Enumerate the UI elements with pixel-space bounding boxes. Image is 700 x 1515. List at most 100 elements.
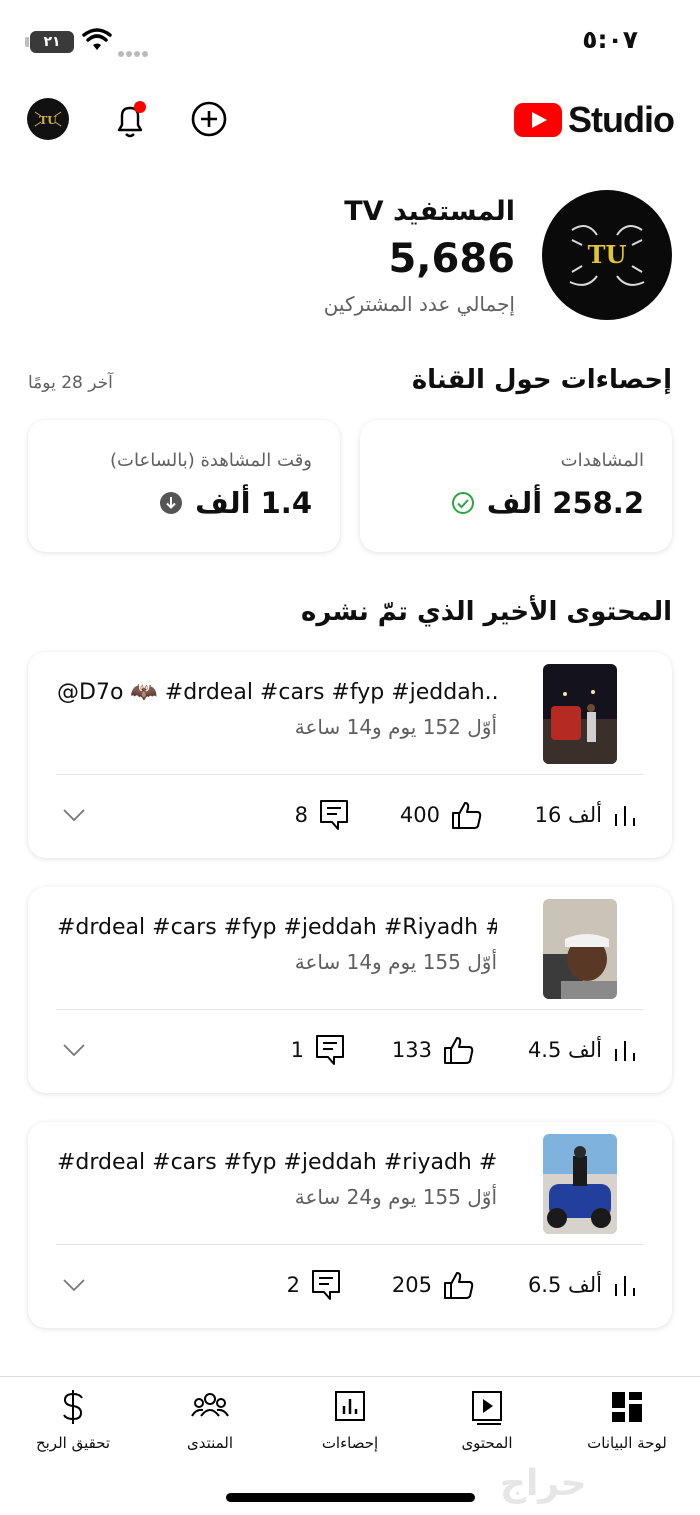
watermark: حراج	[500, 1463, 587, 1504]
comments-count: 1	[290, 1038, 304, 1062]
subscriber-count: 5,686	[388, 236, 515, 282]
bottom-nav-divider	[0, 1376, 700, 1377]
signal-icon	[118, 42, 150, 61]
likes-count: 133	[391, 1038, 432, 1062]
youtube-studio-logo: Studio	[514, 99, 675, 140]
comment-icon	[320, 800, 348, 830]
subscriber-label: إجمالي عدد المشتركين	[323, 292, 515, 316]
views-bars-icon	[615, 1276, 635, 1296]
comments-count: 8	[294, 803, 308, 827]
check-circle-icon	[451, 492, 474, 514]
divider	[56, 774, 644, 775]
views-card[interactable]: المشاهدات 258.2 ألف	[360, 420, 672, 552]
nav-label: المنتدى	[186, 1434, 234, 1452]
youtube-play-icon	[514, 103, 563, 137]
video-likes: 205	[392, 1267, 476, 1303]
video-comments: 1	[291, 1032, 346, 1068]
nav-content[interactable]: المحتوى	[422, 1388, 552, 1452]
video-card[interactable]: #drdeal #cars #fyp #jeddah #riyadh #... …	[28, 1122, 672, 1328]
chevron-down-icon[interactable]	[62, 1042, 86, 1058]
content-icon	[472, 1391, 502, 1425]
status-bar: ٢١ ٥:٠٧	[0, 0, 700, 80]
video-thumbnail[interactable]	[543, 1134, 617, 1234]
svg-text:TU: TU	[39, 114, 57, 127]
account-avatar[interactable]: TU	[27, 98, 69, 140]
video-age: أوّل 155 يوم و14 ساعة	[294, 950, 497, 974]
likes-count: 400	[399, 803, 440, 827]
recent-content-title: المحتوى الأخير الذي تمّ نشره	[300, 597, 672, 627]
video-title[interactable]: @D7o 🦇 #drdeal #cars #fyp #jeddah...	[57, 680, 497, 705]
video-likes: 400	[400, 797, 484, 833]
views-bars-icon	[615, 1041, 635, 1061]
divider	[56, 1244, 644, 1245]
nav-label: لوحة البيانات	[587, 1434, 667, 1452]
nav-label: المحتوى	[461, 1434, 513, 1452]
video-comments: 8	[295, 797, 350, 833]
arrow-down-circle-icon	[160, 492, 183, 514]
nav-analytics[interactable]: إحصاءات	[285, 1388, 415, 1452]
channel-summary: TU المستفيد TV 5,686 إجمالي عدد المشتركي…	[0, 188, 700, 328]
views-label: المشاهدات	[560, 450, 644, 471]
watch-time-label: وقت المشاهدة (بالساعات)	[110, 450, 312, 471]
views-value: 258.2 ألف	[451, 486, 644, 520]
chevron-down-icon[interactable]	[62, 807, 86, 823]
logo-text: Studio	[568, 99, 675, 140]
views-bars-icon	[615, 806, 635, 826]
like-thumb-icon	[452, 802, 482, 829]
channel-logo-icon: TU	[569, 225, 645, 286]
watch-time-card[interactable]: وقت المشاهدة (بالساعات) 1.4 ألف	[28, 420, 340, 552]
notification-badge	[134, 101, 146, 113]
wifi-icon	[82, 28, 112, 50]
nav-dashboard[interactable]: لوحة البيانات	[562, 1388, 692, 1452]
channel-name: المستفيد TV	[344, 196, 515, 227]
like-thumb-icon	[444, 1037, 474, 1064]
analytics-title: إحصاءات حول القناة	[411, 365, 672, 395]
views-count: 6.5 ألف	[527, 1273, 602, 1297]
video-age: أوّل 152 يوم و14 ساعة	[294, 715, 497, 739]
video-title[interactable]: #drdeal #cars #fyp #jeddah #Riyadh #...	[57, 915, 497, 940]
views-number: 258.2 ألف	[486, 486, 644, 520]
dollar-icon	[63, 1390, 83, 1424]
divider	[56, 1009, 644, 1010]
channel-avatar[interactable]: TU	[542, 190, 672, 320]
views-count: 4.5 ألف	[527, 1038, 602, 1062]
status-time: ٥:٠٧	[582, 25, 638, 54]
nav-monetization[interactable]: تحقيق الربح	[8, 1388, 138, 1452]
nav-label: إحصاءات	[321, 1434, 379, 1452]
video-thumbnail-image	[543, 899, 617, 999]
video-comments: 2	[287, 1267, 342, 1303]
create-plus-icon[interactable]	[190, 100, 228, 138]
analytics-icon	[335, 1391, 365, 1421]
home-indicator[interactable]	[226, 1493, 475, 1502]
battery-icon: ٢١	[30, 31, 74, 53]
video-age: أوّل 155 يوم و24 ساعة	[294, 1185, 497, 1209]
video-views: 16 ألف	[535, 797, 638, 833]
like-thumb-icon	[444, 1272, 474, 1299]
video-card[interactable]: #drdeal #cars #fyp #jeddah #Riyadh #... …	[28, 887, 672, 1093]
video-views: 6.5 ألف	[528, 1267, 638, 1303]
analytics-period: آخر 28 يومًا	[28, 373, 113, 393]
avatar-logo-icon: TU	[34, 111, 62, 127]
video-thumbnail[interactable]	[543, 899, 617, 999]
video-likes: 133	[392, 1032, 476, 1068]
chevron-down-icon[interactable]	[62, 1277, 86, 1293]
watch-time-number: 1.4 ألف	[195, 486, 312, 520]
notifications-bell-icon[interactable]	[110, 98, 150, 142]
battery-tip	[25, 37, 29, 47]
nav-community[interactable]: المنتدى	[145, 1388, 275, 1452]
community-icon	[191, 1393, 229, 1417]
video-thumbnail-image	[543, 664, 617, 764]
video-card[interactable]: @D7o 🦇 #drdeal #cars #fyp #jeddah... أوّ…	[28, 652, 672, 858]
video-thumbnail-image	[543, 1134, 617, 1234]
comment-icon	[316, 1035, 344, 1065]
video-thumbnail[interactable]	[543, 664, 617, 764]
comments-count: 2	[286, 1273, 300, 1297]
video-views: 4.5 ألف	[528, 1032, 638, 1068]
comment-icon	[312, 1270, 340, 1300]
dashboard-icon	[612, 1392, 642, 1422]
svg-text:TU: TU	[588, 240, 627, 269]
views-count: 16 ألف	[534, 803, 602, 827]
nav-label: تحقيق الربح	[35, 1434, 111, 1452]
video-title[interactable]: #drdeal #cars #fyp #jeddah #riyadh #...	[57, 1150, 497, 1175]
likes-count: 205	[391, 1273, 432, 1297]
